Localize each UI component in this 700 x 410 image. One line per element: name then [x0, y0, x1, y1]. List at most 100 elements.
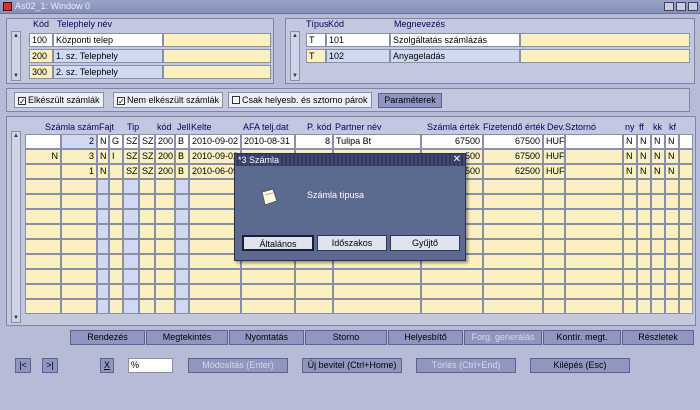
grid-cell-kk[interactable]	[651, 254, 665, 269]
gyujto-button[interactable]: Gyűjtő	[390, 235, 460, 251]
grid-cell-tip[interactable]	[123, 299, 139, 314]
telephely-scrollbar[interactable]: ▲ ▼	[11, 31, 21, 81]
grid-cell-ny[interactable]	[623, 269, 637, 284]
grid-cell-sztorno[interactable]	[565, 134, 623, 149]
grid-cell-ny[interactable]	[623, 254, 637, 269]
grid-cell-jell[interactable]	[175, 194, 189, 209]
grid-cell-sztorno[interactable]	[565, 299, 623, 314]
tipus-extra-cell[interactable]	[520, 33, 690, 47]
forg-generalas-button[interactable]: Forg. generálás	[464, 330, 542, 345]
grid-cell-sztorno[interactable]	[565, 209, 623, 224]
reszletek-button[interactable]: Részletek	[622, 330, 694, 345]
grid-cell-szam[interactable]: 1	[61, 164, 97, 179]
grid-cell-fiz[interactable]	[483, 284, 543, 299]
grid-cell-sz[interactable]	[139, 209, 155, 224]
grid-cell-g[interactable]	[109, 209, 123, 224]
grid-cell-kelte[interactable]	[189, 269, 241, 284]
scroll-down-icon[interactable]: ▼	[12, 72, 20, 80]
grid-cell-sz[interactable]	[139, 299, 155, 314]
grid-cell-fajt[interactable]	[97, 224, 109, 239]
grid-cell-ff[interactable]	[637, 209, 651, 224]
grid-cell-kf[interactable]: N	[665, 134, 679, 149]
grid-cell-jell[interactable]: B	[175, 164, 189, 179]
grid-cell-ff[interactable]	[637, 194, 651, 209]
grid-cell-jell[interactable]: B	[175, 134, 189, 149]
grid-cell-pre[interactable]	[25, 254, 61, 269]
grid-cell-tip[interactable]	[123, 224, 139, 239]
grid-cell-pkod[interactable]: 8	[295, 134, 333, 149]
grid-cell-kk[interactable]	[651, 194, 665, 209]
grid-cell-_e[interactable]	[679, 299, 693, 314]
grid-cell-_e[interactable]	[679, 209, 693, 224]
grid-cell-tip[interactable]: SZ	[123, 149, 139, 164]
telephely-extra-cell[interactable]	[163, 33, 271, 47]
megtekintes-button[interactable]: Megtekintés	[146, 330, 228, 345]
grid-cell-fajt[interactable]	[97, 299, 109, 314]
grid-cell-ertek[interactable]: 67500	[421, 134, 483, 149]
kontir-megt-button[interactable]: Kontír. megt.	[543, 330, 621, 345]
grid-cell-_e[interactable]	[679, 284, 693, 299]
rendezes-button[interactable]: Rendezés	[70, 330, 145, 345]
grid-cell-fiz[interactable]	[483, 299, 543, 314]
grid-cell-ff[interactable]	[637, 254, 651, 269]
grid-cell-g[interactable]	[109, 269, 123, 284]
tipus-cell[interactable]: T	[306, 33, 326, 47]
grid-cell-sz[interactable]	[139, 224, 155, 239]
grid-cell-fiz[interactable]: 67500	[483, 149, 543, 164]
grid-cell-sz[interactable]	[139, 284, 155, 299]
grid-cell-kelte[interactable]	[189, 284, 241, 299]
telephely-extra-cell[interactable]	[163, 65, 271, 79]
grid-cell-kk[interactable]: N	[651, 164, 665, 179]
grid-cell-szam[interactable]	[61, 209, 97, 224]
grid-cell-sztorno[interactable]	[565, 224, 623, 239]
grid-cell-kod[interactable]: 200	[155, 164, 175, 179]
grid-cell-ny[interactable]	[623, 179, 637, 194]
grid-cell-ff[interactable]	[637, 224, 651, 239]
grid-cell-kf[interactable]	[665, 299, 679, 314]
grid-cell-pkod[interactable]	[295, 269, 333, 284]
last-record-button[interactable]: >|	[42, 358, 58, 373]
grid-cell-kk[interactable]	[651, 269, 665, 284]
grid-cell-fajt[interactable]: N	[97, 134, 109, 149]
grid-scrollbar[interactable]: ▲ ▼	[11, 131, 21, 323]
grid-cell-g[interactable]	[109, 284, 123, 299]
grid-cell-tip[interactable]	[123, 269, 139, 284]
grid-cell-jell[interactable]: B	[175, 149, 189, 164]
grid-cell-kf[interactable]	[665, 239, 679, 254]
first-record-button[interactable]: |<	[15, 358, 31, 373]
grid-cell-kod[interactable]	[155, 179, 175, 194]
grid-cell-fajt[interactable]	[97, 179, 109, 194]
grid-cell-_e[interactable]	[679, 179, 693, 194]
grid-cell-kod[interactable]: 200	[155, 134, 175, 149]
close-icon[interactable]	[688, 2, 698, 11]
grid-cell-sz[interactable]	[139, 194, 155, 209]
grid-cell-fajt[interactable]	[97, 269, 109, 284]
grid-cell-szam[interactable]	[61, 254, 97, 269]
grid-cell-ff[interactable]	[637, 239, 651, 254]
grid-cell-afa[interactable]	[241, 269, 295, 284]
torles-button[interactable]: Törlés (Ctrl+End)	[416, 358, 516, 373]
grid-cell-kf[interactable]	[665, 284, 679, 299]
grid-cell-kf[interactable]: N	[665, 164, 679, 179]
grid-cell-dev[interactable]	[543, 179, 565, 194]
grid-cell-g[interactable]	[109, 239, 123, 254]
grid-cell-ertek[interactable]	[421, 284, 483, 299]
grid-cell-fiz[interactable]	[483, 239, 543, 254]
grid-cell-_e[interactable]	[679, 134, 693, 149]
grid-cell-afa[interactable]	[241, 284, 295, 299]
grid-cell-partner[interactable]: Tulipa Bt	[333, 134, 421, 149]
altalanos-button[interactable]: Általános	[242, 235, 314, 251]
grid-cell-tip[interactable]	[123, 254, 139, 269]
grid-cell-ny[interactable]: N	[623, 149, 637, 164]
grid-cell-szam[interactable]	[61, 299, 97, 314]
grid-cell-fajt[interactable]	[97, 209, 109, 224]
grid-cell-jell[interactable]	[175, 209, 189, 224]
grid-cell-jell[interactable]	[175, 254, 189, 269]
grid-cell-dev[interactable]	[543, 284, 565, 299]
scroll-up-icon[interactable]: ▲	[291, 32, 299, 40]
grid-cell-_e[interactable]	[679, 269, 693, 284]
grid-cell-_e[interactable]	[679, 194, 693, 209]
grid-cell-szam[interactable]	[61, 239, 97, 254]
grid-cell-pre[interactable]	[25, 134, 61, 149]
grid-cell-kk[interactable]: N	[651, 134, 665, 149]
